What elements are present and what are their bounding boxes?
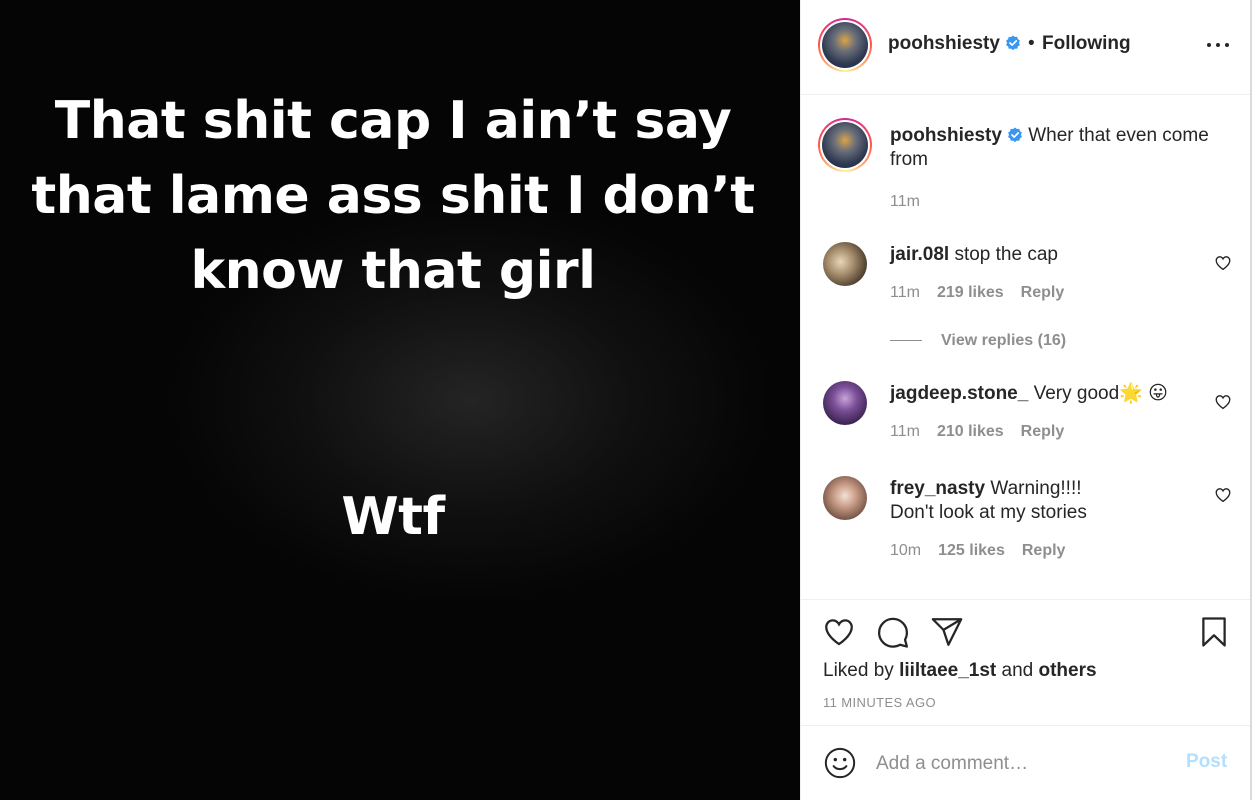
comment-time[interactable]: 10m <box>890 542 921 559</box>
caption-body: poohshiesty Wher that even come from <box>890 124 1210 172</box>
post-header: poohshiesty • Following <box>801 0 1251 95</box>
caption-avatar[interactable] <box>818 118 872 172</box>
liked-by-text: Liked by liiltaee_1st and others <box>823 660 1097 682</box>
add-comment-bar: Post <box>801 725 1251 800</box>
comment-input[interactable] <box>876 746 1166 782</box>
commenter-avatar[interactable] <box>823 381 867 425</box>
replies-divider <box>890 340 922 342</box>
caption-time[interactable]: 11m <box>890 193 920 210</box>
verified-badge-icon <box>1008 127 1022 143</box>
author-avatar[interactable] <box>818 18 872 72</box>
comment-body: jagdeep.stone_ Very good🌟 😛 <box>890 382 1210 406</box>
view-replies-label[interactable]: View replies (16) <box>941 332 1066 349</box>
author-username[interactable]: poohshiesty <box>888 33 1000 54</box>
liked-by-user[interactable]: liiltaee_1st <box>899 660 996 681</box>
comment-like-heart-icon[interactable] <box>1214 486 1232 504</box>
post-actions: Liked by liiltaee_1st and others 11 MINU… <box>801 599 1251 725</box>
like-heart-icon[interactable] <box>822 615 856 649</box>
comment-username[interactable]: frey_nasty <box>890 478 985 499</box>
separator-dot: • <box>1028 33 1035 54</box>
view-replies-button[interactable]: View replies (16) <box>890 332 1066 350</box>
post-comment-button[interactable]: Post <box>1186 751 1227 773</box>
comment-username[interactable]: jair.08l <box>890 244 949 265</box>
comment-time[interactable]: 11m <box>890 423 920 440</box>
verified-badge-icon <box>1006 35 1020 51</box>
post-image-text: That shit cap I ain’t say that lame ass … <box>0 84 786 309</box>
post-image-line: know that girl <box>190 241 596 301</box>
comment-username[interactable]: jagdeep.stone_ <box>890 383 1028 404</box>
reply-button[interactable]: Reply <box>1021 284 1065 301</box>
liked-by-others[interactable]: others <box>1039 660 1097 681</box>
liked-by-and: and <box>1001 660 1034 681</box>
comment-bubble-icon[interactable] <box>876 615 910 649</box>
following-button[interactable]: Following <box>1042 33 1131 55</box>
post-image-line: That shit cap I ain’t say <box>54 91 732 151</box>
liked-by-prefix: Liked by <box>823 660 894 681</box>
caption-meta: 11m <box>890 193 920 211</box>
share-paper-plane-icon[interactable] <box>930 615 964 649</box>
commenter-avatar[interactable] <box>823 242 867 286</box>
reply-button[interactable]: Reply <box>1021 423 1065 440</box>
comments-list[interactable]: poohshiesty Wher that even come from 11m… <box>801 96 1251 599</box>
comment-meta: 10m 125 likes Reply <box>890 542 1065 560</box>
emoji-smiley-icon[interactable] <box>823 746 857 780</box>
comment-like-heart-icon[interactable] <box>1214 254 1232 272</box>
post-timestamp[interactable]: 11 MINUTES AGO <box>823 695 936 710</box>
comment-body: frey_nasty Warning!!!! Don't look at my … <box>890 477 1130 525</box>
post-image-line: that lame ass shit I don’t <box>31 166 755 226</box>
comment-like-heart-icon[interactable] <box>1214 393 1232 411</box>
comment-body: jair.08l stop the cap <box>890 243 1210 267</box>
comment-text: Very good🌟 😛 <box>1033 383 1168 404</box>
comment-time[interactable]: 11m <box>890 284 920 301</box>
post-image-bottom-text: Wtf <box>341 487 445 547</box>
commenter-avatar[interactable] <box>823 476 867 520</box>
comment-meta: 11m 219 likes Reply <box>890 284 1064 302</box>
caption-username[interactable]: poohshiesty <box>890 125 1002 146</box>
comment-likes[interactable]: 219 likes <box>937 284 1004 301</box>
comment-likes[interactable]: 125 likes <box>938 542 1005 559</box>
reply-button[interactable]: Reply <box>1022 542 1066 559</box>
post-image: That shit cap I ain’t say that lame ass … <box>0 0 800 800</box>
comment-meta: 11m 210 likes Reply <box>890 423 1064 441</box>
author-username-row[interactable]: poohshiesty <box>888 33 1021 55</box>
comment-likes[interactable]: 210 likes <box>937 423 1004 440</box>
post-sidebar: poohshiesty • Following poohshiesty Wher… <box>800 0 1251 800</box>
comment-text: stop the cap <box>954 244 1058 265</box>
save-bookmark-icon[interactable] <box>1197 615 1231 649</box>
more-options-icon[interactable] <box>1206 34 1232 56</box>
